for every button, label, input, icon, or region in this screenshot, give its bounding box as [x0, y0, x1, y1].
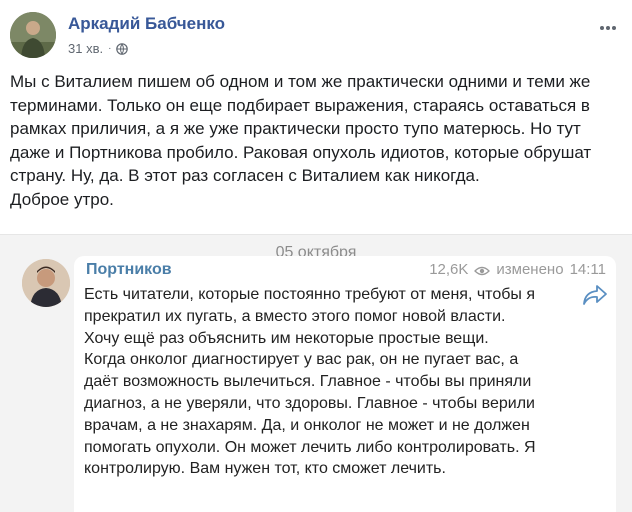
views-count: 12,6K [429, 261, 469, 278]
message-stats: 12,6K изменено 14:11 [429, 261, 606, 278]
message-paragraph: Когда онколог диагностирует у вас рак, о… [84, 351, 536, 478]
message-time: 14:11 [569, 261, 606, 278]
message-text: Есть читатели, которые постоянно требуют… [84, 284, 544, 480]
meta-separator: · [108, 43, 112, 54]
message-paragraph: Есть читатели, которые постоянно требуют… [84, 286, 535, 347]
share-arrow-icon[interactable] [582, 284, 608, 306]
message-card: Портников 12,6K изменено 14:11 Есть чита… [74, 256, 616, 512]
embedded-telegram-screenshot[interactable]: 05 октября Портников 12,6K изменено 14:1… [0, 234, 632, 512]
post-paragraph: Мы с Виталием пишем об одном и том же пр… [10, 72, 592, 186]
channel-avatar [22, 259, 70, 307]
post-timestamp[interactable]: 31 хв. [68, 41, 103, 56]
channel-name[interactable]: Портников [86, 261, 172, 279]
post-paragraph: Доброе утро. [10, 189, 114, 209]
edited-label: изменено [496, 261, 564, 278]
author-avatar[interactable] [10, 12, 56, 58]
globe-icon[interactable] [116, 42, 129, 55]
post-meta: 31 хв. · [68, 41, 129, 56]
post-body: Мы с Виталием пишем об одном и том же пр… [10, 70, 620, 212]
post-header: Аркадий Бабченко 31 хв. · [10, 12, 622, 62]
author-name-link[interactable]: Аркадий Бабченко [68, 14, 225, 34]
eye-icon [474, 264, 491, 276]
more-options-icon[interactable] [598, 20, 618, 36]
